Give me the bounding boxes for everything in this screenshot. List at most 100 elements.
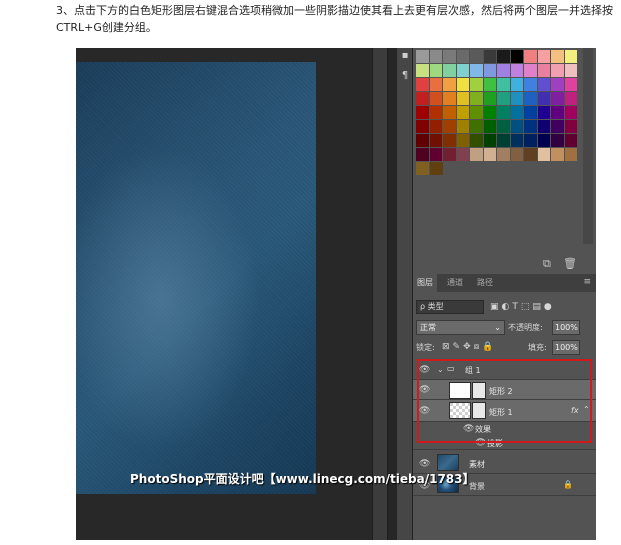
color-swatch[interactable] [483,50,496,63]
color-swatch[interactable] [443,50,456,63]
layer-row-drop-shadow[interactable]: 👁 投影 [413,436,596,450]
color-swatch[interactable] [443,106,456,119]
color-swatch[interactable] [510,64,523,77]
color-swatch[interactable] [483,64,496,77]
color-swatch[interactable] [456,134,469,147]
color-swatch[interactable] [524,78,537,91]
color-swatch[interactable] [416,120,429,133]
eye-icon[interactable]: 👁 [419,365,430,375]
color-swatch[interactable] [429,120,442,133]
color-swatch[interactable] [497,134,510,147]
color-swatch[interactable] [510,120,523,133]
color-swatch[interactable] [416,50,429,63]
fill-input[interactable]: 100% [552,340,580,355]
adjustment-filter-icon[interactable]: ◐ [502,302,513,312]
filter-toggle-icon[interactable]: ● [544,302,555,312]
color-swatch[interactable] [430,162,443,175]
color-swatch[interactable] [456,106,469,119]
color-swatch[interactable] [456,78,469,91]
color-swatch[interactable] [483,106,496,119]
color-swatch[interactable] [524,50,537,63]
eye-icon[interactable]: 👁 [463,424,474,434]
lock-transparent-icon[interactable]: ⊠ [442,342,453,352]
color-swatch[interactable] [416,162,429,175]
color-swatch[interactable] [524,148,537,161]
color-swatch[interactable] [537,92,550,105]
color-swatch[interactable] [537,106,550,119]
layer-row-group[interactable]: 👁 ⌄ ▭ 组 1 [413,360,596,380]
color-swatch[interactable] [551,106,564,119]
color-swatch[interactable] [497,148,510,161]
opacity-input[interactable]: 100% [552,320,580,335]
swatches-scrollbar[interactable] [583,48,593,244]
color-swatch[interactable] [456,92,469,105]
color-swatch[interactable] [429,106,442,119]
color-swatch[interactable] [470,92,483,105]
color-swatch[interactable] [470,64,483,77]
eye-icon[interactable]: 👁 [419,406,430,416]
color-swatch[interactable] [551,50,564,63]
color-swatch[interactable] [416,106,429,119]
color-swatch[interactable] [497,64,510,77]
color-swatch[interactable] [416,148,429,161]
color-swatch[interactable] [443,148,456,161]
color-swatch[interactable] [537,64,550,77]
color-swatch[interactable] [416,134,429,147]
color-swatch[interactable] [510,78,523,91]
color-swatch[interactable] [551,92,564,105]
color-swatch[interactable] [456,148,469,161]
color-swatch[interactable] [456,50,469,63]
paragraph-icon[interactable]: ¶ [399,70,411,82]
layer-row-effects[interactable]: 👁 效果 [413,422,596,436]
blend-mode-dropdown[interactable]: 正常 ⌄ [416,320,505,335]
eye-icon[interactable]: 👁 [475,438,486,448]
color-swatch[interactable] [443,120,456,133]
shape-filter-icon[interactable]: ⬚ [521,302,533,312]
color-swatch[interactable] [551,120,564,133]
filter-kind-dropdown[interactable]: ρ 类型 [416,300,484,314]
color-swatch[interactable] [483,148,496,161]
color-swatch[interactable] [524,120,537,133]
color-swatch[interactable] [483,120,496,133]
trash-icon[interactable]: 🗑 [563,257,577,270]
color-swatch[interactable] [551,78,564,91]
color-swatch[interactable] [429,148,442,161]
color-swatch[interactable] [537,148,550,161]
color-swatch[interactable] [524,106,537,119]
color-swatch[interactable] [564,134,577,147]
color-swatch[interactable] [510,148,523,161]
color-swatch[interactable] [416,64,429,77]
color-swatch[interactable] [443,134,456,147]
color-swatch[interactable] [443,92,456,105]
color-swatch[interactable] [564,106,577,119]
color-swatch[interactable] [470,106,483,119]
collapse-arrows-icon[interactable]: ▪ [399,50,411,62]
panel-menu-icon[interactable]: ≡ [583,277,591,287]
color-swatch[interactable] [537,120,550,133]
color-swatch[interactable] [510,134,523,147]
color-swatch[interactable] [510,106,523,119]
color-swatch[interactable] [443,78,456,91]
color-swatch[interactable] [564,92,577,105]
color-swatch[interactable] [470,50,483,63]
color-swatch[interactable] [537,134,550,147]
color-swatch[interactable] [470,134,483,147]
document-canvas[interactable] [76,62,316,494]
color-swatch[interactable] [429,78,442,91]
color-swatch[interactable] [497,120,510,133]
color-swatch[interactable] [564,64,577,77]
color-swatch[interactable] [429,92,442,105]
tab-paths[interactable]: 路径 [473,274,497,292]
color-swatch[interactable] [537,78,550,91]
color-swatch[interactable] [524,92,537,105]
color-swatch[interactable] [497,50,510,63]
color-swatch[interactable] [551,64,564,77]
lock-move-icon[interactable]: ✥ [463,342,474,352]
lock-all-icon[interactable]: 🔒 [482,342,496,352]
color-swatch[interactable] [483,78,496,91]
layer-row-shape2[interactable]: 👁 矩形 2 [413,380,596,400]
eye-icon[interactable]: 👁 [419,459,430,469]
layer-row-shape1[interactable]: 👁 矩形 1 fx ⌃ [413,400,596,422]
color-swatch[interactable] [429,64,442,77]
eye-icon[interactable]: 👁 [419,385,430,395]
